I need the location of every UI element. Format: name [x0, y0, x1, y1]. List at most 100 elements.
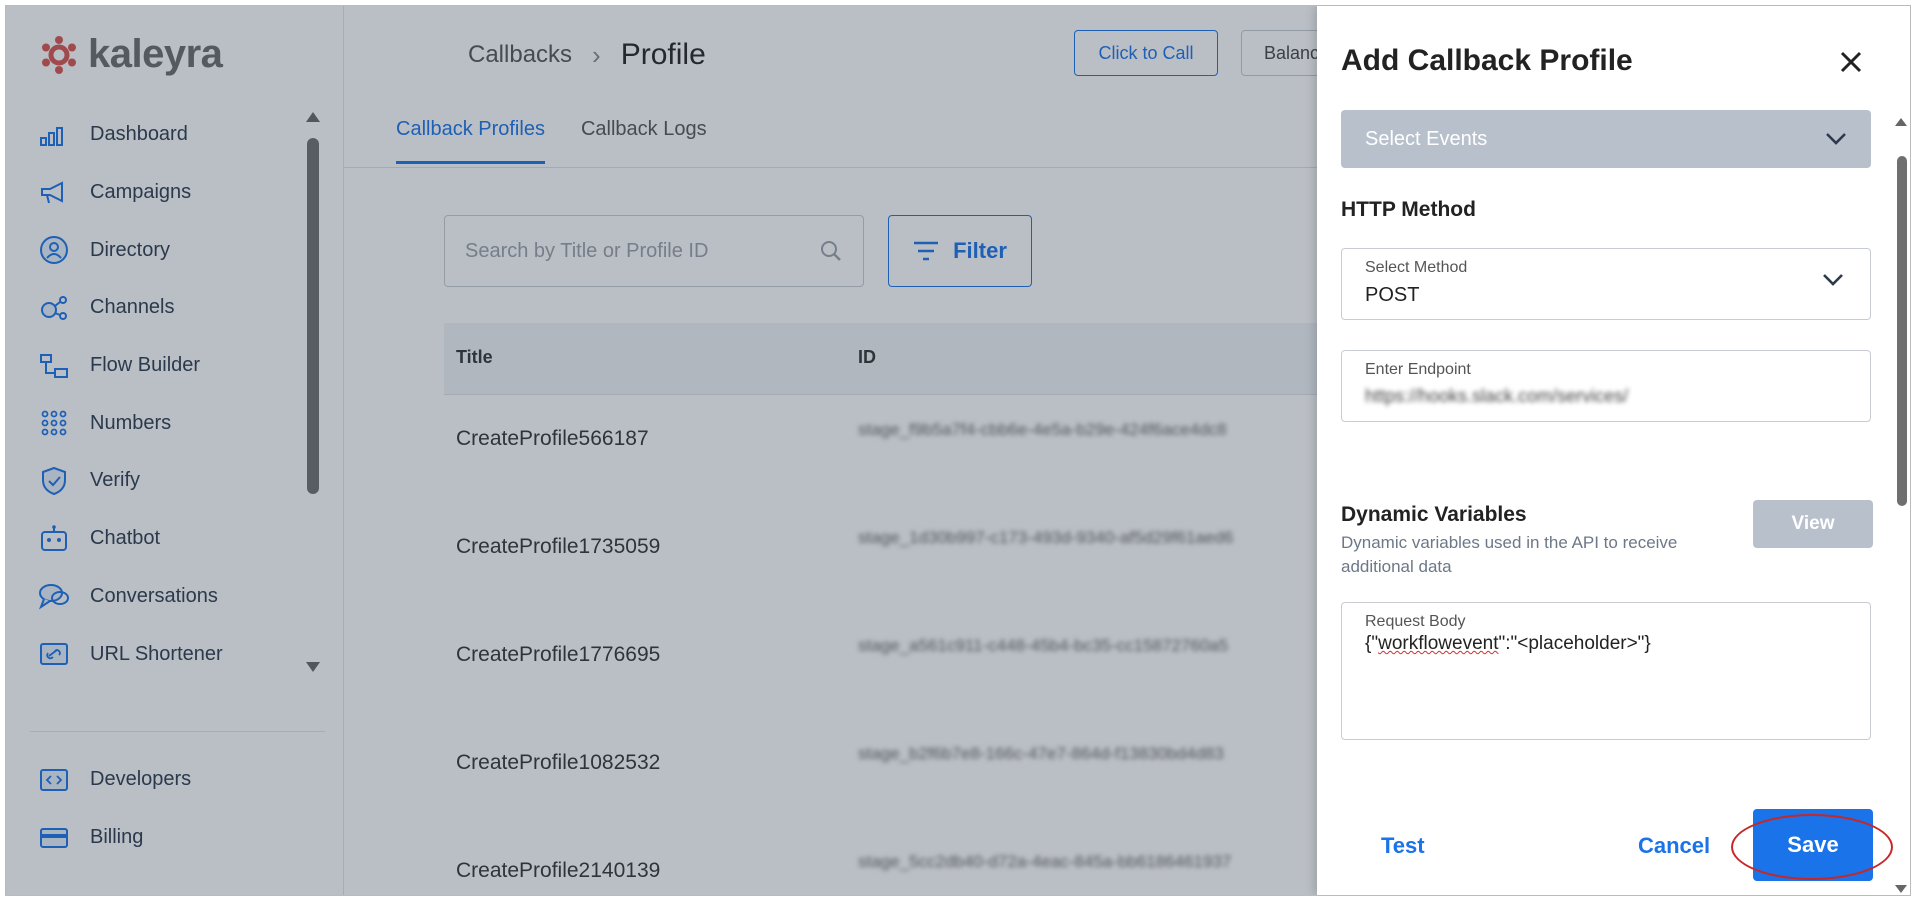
scroll-down-arrow-icon[interactable] — [306, 662, 320, 672]
sidebar-item-label: Directory — [90, 238, 171, 261]
page-title: Profile — [620, 38, 706, 71]
dynamic-variables-heading: Dynamic Variables — [1341, 503, 1527, 526]
request-body-label: Request Body — [1365, 613, 1466, 630]
user-circle-icon — [38, 234, 70, 266]
sidebar-item-label: Dashboard — [90, 123, 188, 146]
row-title: CreateProfile566187 — [456, 427, 649, 450]
sidebar-scrollbar[interactable] — [306, 112, 320, 672]
select-method-dropdown[interactable]: Select Method POST — [1341, 248, 1871, 320]
chevron-down-icon — [1823, 274, 1843, 286]
chevron-down-icon — [1826, 133, 1846, 145]
sidebar-item-campaigns[interactable]: Campaigns — [38, 164, 298, 222]
app-window: kaleyra Dashboard Campaigns Directory Ch… — [5, 5, 1911, 896]
search-icon[interactable] — [819, 239, 843, 263]
select-events-dropdown[interactable]: Select Events — [1341, 110, 1871, 168]
sidebar-item-label: Numbers — [90, 411, 172, 434]
drawer-title: Add Callback Profile — [1341, 44, 1633, 77]
nodes-icon — [38, 292, 70, 324]
drawer-scrollbar[interactable] — [1895, 116, 1907, 895]
sidebar-item-verify[interactable]: Verify — [38, 452, 298, 510]
method-value: POST — [1365, 284, 1420, 306]
row-id: stage_f9b5a7f4-cbb6e-4e5a-b29e-424f6ace4… — [858, 420, 1227, 439]
brand-name: kaleyra — [88, 32, 223, 76]
column-header-title[interactable]: Title — [456, 347, 493, 368]
row-title: CreateProfile1735059 — [456, 535, 661, 558]
sidebar-item-label: Campaigns — [90, 181, 192, 204]
save-button[interactable]: Save — [1753, 809, 1873, 881]
sidebar-divider — [30, 731, 325, 732]
code-icon — [38, 764, 70, 796]
filter-label: Filter — [953, 238, 1007, 263]
sidebar-item-flow-builder[interactable]: Flow Builder — [38, 337, 298, 395]
scroll-thumb[interactable] — [307, 138, 319, 494]
method-label: Select Method — [1365, 259, 1468, 276]
row-id: stage_5cc2db40-d72a-4eac-845a-bb61864619… — [858, 852, 1232, 871]
row-title: CreateProfile2140139 — [456, 859, 661, 882]
http-method-heading: HTTP Method — [1341, 198, 1476, 221]
sidebar-item-directory[interactable]: Directory — [38, 221, 298, 279]
bar-chart-icon — [38, 119, 70, 151]
kaleyra-logo-icon — [42, 35, 76, 74]
row-title: CreateProfile1082532 — [456, 751, 661, 774]
flow-icon — [38, 350, 70, 382]
sidebar-item-url-shortener[interactable]: URL Shortener — [38, 625, 298, 683]
request-body-value: {"workflowevent":"<placeholder>"} — [1365, 633, 1651, 655]
scroll-up-arrow-icon[interactable] — [306, 112, 320, 122]
sidebar-nav: Dashboard Campaigns Directory Channels F… — [38, 106, 298, 683]
endpoint-label: Enter Endpoint — [1365, 361, 1471, 378]
tabs: Callback Profiles Callback Logs — [396, 118, 707, 164]
sidebar-item-developers[interactable]: Developers — [38, 751, 298, 809]
chat-bubbles-icon — [38, 580, 70, 612]
search-input[interactable]: Search by Title or Profile ID — [444, 215, 864, 287]
scroll-down-arrow-icon[interactable] — [1895, 885, 1907, 893]
filter-icon — [914, 241, 939, 261]
sidebar-item-numbers[interactable]: Numbers — [38, 394, 298, 452]
search-placeholder: Search by Title or Profile ID — [465, 239, 709, 262]
scroll-up-arrow-icon[interactable] — [1895, 118, 1907, 126]
test-button[interactable]: Test — [1381, 833, 1425, 859]
sidebar-item-label: Billing — [90, 826, 144, 849]
request-body-field[interactable]: Request Body {"workflowevent":"<placehol… — [1341, 602, 1871, 740]
sidebar-item-billing[interactable]: Billing — [38, 809, 298, 867]
filter-button[interactable]: Filter — [888, 215, 1032, 287]
row-id: stage_1d30b997-c173-493d-9340-af5d29f61a… — [858, 528, 1234, 547]
sidebar-item-channels[interactable]: Channels — [38, 279, 298, 337]
logo[interactable]: kaleyra — [38, 32, 223, 77]
close-icon[interactable] — [1837, 48, 1865, 76]
sidebar-item-dashboard[interactable]: Dashboard — [38, 106, 298, 164]
row-title: CreateProfile1776695 — [456, 643, 661, 666]
shield-check-icon — [38, 465, 70, 497]
sidebar-bottom-nav: Developers Billing — [38, 751, 298, 866]
card-icon — [38, 822, 70, 854]
sidebar-item-label: URL Shortener — [90, 642, 223, 665]
tab-callback-profiles[interactable]: Callback Profiles — [396, 118, 545, 164]
chevron-right-icon: › — [592, 39, 601, 70]
breadcrumb-callbacks-link[interactable]: Callbacks — [468, 41, 572, 69]
sidebar-item-label: Developers — [90, 768, 192, 791]
dial-pad-icon — [38, 407, 70, 439]
sidebar-item-conversations[interactable]: Conversations — [38, 568, 298, 626]
select-events-placeholder: Select Events — [1365, 127, 1488, 150]
link-icon — [38, 638, 70, 670]
request-body-prefix: {" — [1365, 633, 1379, 654]
endpoint-value: https://hooks.slack.com/services/ — [1365, 386, 1629, 406]
breadcrumb: Callbacks › Profile — [468, 38, 706, 72]
row-id: stage_b2f6b7e8-166c-47e7-864d-f13830bd4d… — [858, 744, 1224, 763]
endpoint-field[interactable]: Enter Endpoint https://hooks.slack.com/s… — [1341, 350, 1871, 422]
view-button[interactable]: View — [1753, 500, 1873, 548]
tab-callback-logs[interactable]: Callback Logs — [581, 118, 707, 164]
sidebar-item-label: Verify — [90, 469, 141, 492]
sidebar-item-label: Chatbot — [90, 527, 161, 550]
megaphone-icon — [38, 177, 70, 209]
request-body-suffix: ":"<placeholder>"} — [1498, 633, 1651, 654]
add-callback-profile-drawer: Add Callback Profile Select Events HTTP … — [1317, 6, 1910, 895]
cancel-button[interactable]: Cancel — [1638, 833, 1710, 859]
column-header-id[interactable]: ID — [858, 347, 876, 368]
request-body-key: workflowevent — [1378, 633, 1499, 654]
click-to-call-button[interactable]: Click to Call — [1074, 30, 1218, 76]
sidebar-item-label: Flow Builder — [90, 354, 201, 377]
sidebar-item-chatbot[interactable]: Chatbot — [38, 510, 298, 568]
row-id: stage_a561c911-c448-45b4-bc35-cc15872760… — [858, 636, 1229, 655]
scroll-thumb[interactable] — [1897, 156, 1907, 506]
dynamic-variables-description: Dynamic variables used in the API to rec… — [1341, 533, 1678, 576]
